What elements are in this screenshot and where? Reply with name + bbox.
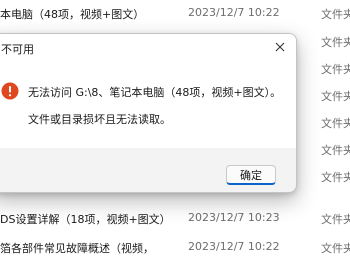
- file-date: 2023/12/7 10:22: [188, 240, 280, 253]
- dialog-body: 不可用 无法访问 G:\8、笔记本电脑（48项，视频+图文）。 文件或目录损坏且…: [0, 34, 296, 148]
- file-name: DS设置详解（18项，视频+图文）: [0, 213, 171, 226]
- dialog-title: 不可用: [1, 43, 34, 56]
- dialog-message-secondary: 文件或目录损坏且无法读取。: [28, 113, 171, 126]
- file-name: 箔各部件常见故障概述（视频，: [0, 242, 154, 255]
- close-icon[interactable]: [272, 39, 288, 55]
- file-type: 文件夹: [321, 36, 350, 49]
- file-type: 文件夹: [321, 242, 350, 255]
- file-row[interactable]: 箔各部件常见故障概述（视频， 2023/12/7 10:22 文件夹: [0, 234, 350, 260]
- file-type: 文件夹: [321, 8, 350, 21]
- file-type: 文件夹: [321, 213, 350, 226]
- error-icon: [1, 82, 19, 100]
- file-type: 文件夹: [321, 144, 350, 157]
- file-date: 2023/12/7 10:22: [188, 6, 280, 19]
- file-type: 文件夹: [321, 63, 350, 76]
- ok-button[interactable]: 确定: [226, 165, 276, 185]
- file-type: 文件夹: [321, 171, 350, 184]
- file-type: 文件夹: [321, 90, 350, 103]
- file-date: 2023/12/7 10:23: [188, 211, 280, 224]
- file-row[interactable]: DS设置详解（18项，视频+图文） 2023/12/7 10:23 文件夹: [0, 205, 350, 231]
- file-name: 本电脑（48项，视频+图文）: [0, 8, 145, 21]
- dialog-message-primary: 无法访问 G:\8、笔记本电脑（48项，视频+图文）。: [28, 86, 282, 99]
- file-type: 文件夹: [321, 117, 350, 130]
- error-dialog: 不可用 无法访问 G:\8、笔记本电脑（48项，视频+图文）。 文件或目录损坏且…: [0, 33, 297, 193]
- file-row[interactable]: 本电脑（48项，视频+图文） 2023/12/7 10:22 文件夹: [0, 0, 350, 26]
